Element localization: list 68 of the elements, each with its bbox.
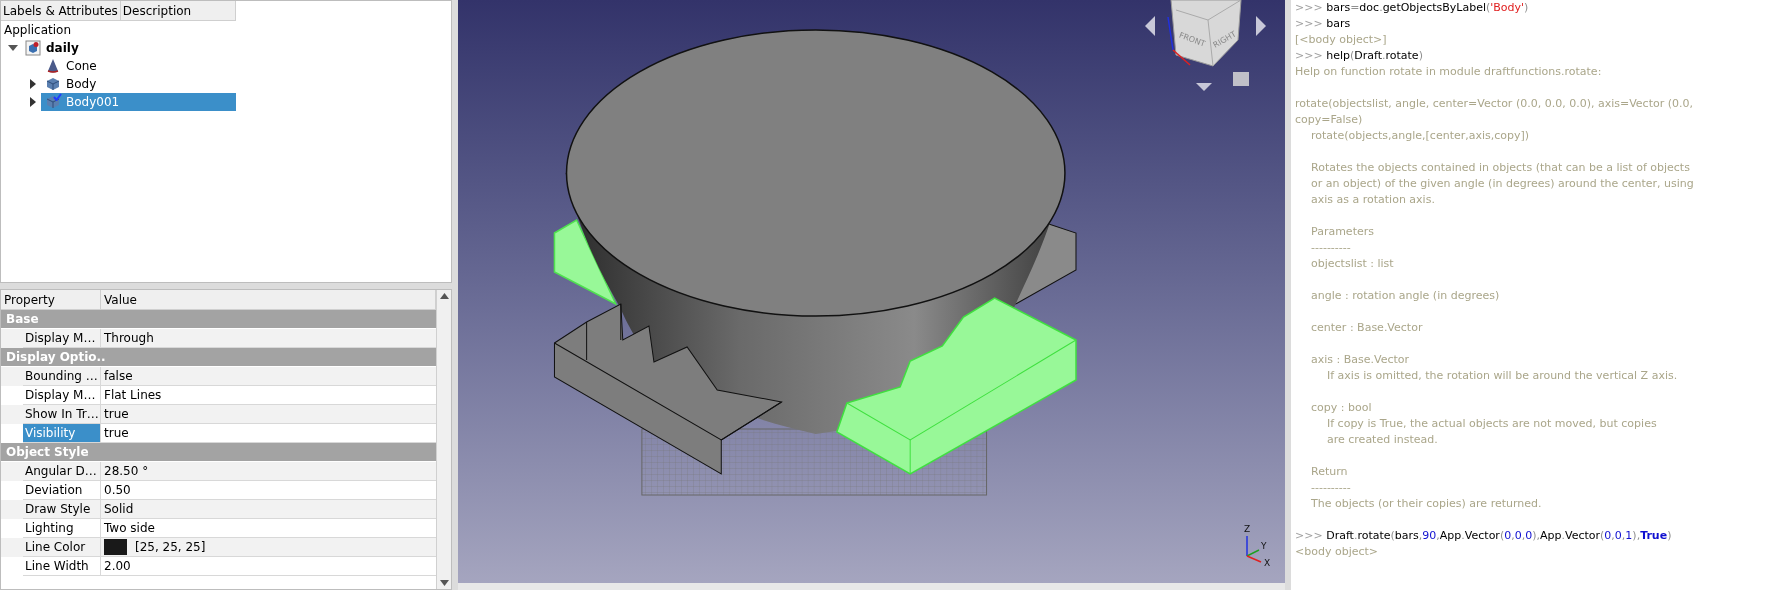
tree-item[interactable]: Body001: [41, 93, 236, 111]
console-input-line: >>> bars: [1295, 16, 1352, 32]
console-input-line: >>> Draft.rotate(bars,90,App.Vector(0,0,0),App.Vector(0,0,1),True): [1295, 528, 1673, 544]
property-value[interactable]: true: [104, 424, 129, 442]
console-input-line: >>> bars=doc.getObjectsByLabel('Body'): [1295, 0, 1530, 16]
rotate-left-arrow-icon[interactable]: [1145, 16, 1155, 36]
checkmark-icon: [53, 93, 62, 101]
property-value[interactable]: Solid: [104, 500, 134, 518]
down-arrow-icon[interactable]: [1196, 83, 1212, 91]
console-output-line: If axis is omitted, the rotation will be around the vertical Z axis.: [1326, 368, 1678, 384]
expand-arrow-icon[interactable]: [28, 79, 38, 89]
body-icon: [45, 76, 61, 92]
tree-item[interactable]: daily: [21, 39, 236, 57]
console-output-line: Parameters: [1310, 224, 1374, 240]
cone-icon: [45, 58, 61, 74]
console-output-line: Rotates the objects contained in objects (that can be a list of objects: [1310, 160, 1690, 176]
color-swatch[interactable]: [104, 539, 127, 555]
property-value[interactable]: Flat Lines: [104, 386, 162, 404]
console-output-line: copy : bool: [1310, 400, 1372, 416]
console-output-line: <body object>: [1295, 544, 1379, 560]
axis-label: X: [1264, 558, 1271, 566]
property-name[interactable]: Line Width: [23, 557, 101, 576]
axis-label: Y: [1261, 541, 1267, 551]
column-header[interactable]: Labels & Attributes: [1, 1, 121, 20]
property-value[interactable]: false: [104, 367, 133, 385]
column-header[interactable]: Description: [120, 1, 236, 20]
console-output-line: objectslist : list: [1310, 256, 1394, 272]
property-name[interactable]: Visibility: [23, 424, 101, 443]
console-output-line: are created instead.: [1326, 432, 1438, 448]
axis-triad-drawing: [1246, 535, 1262, 563]
column-header[interactable]: Property: [1, 290, 101, 309]
console-output-line: [<body object>]: [1295, 32, 1387, 48]
property-value[interactable]: Through: [104, 329, 154, 347]
scrollbar[interactable]: [436, 290, 451, 589]
property-value[interactable]: true: [104, 405, 129, 423]
console-output-line: axis as a rotation axis.: [1310, 192, 1435, 208]
property-value[interactable]: Two side: [104, 519, 155, 537]
tree-item[interactable]: Body: [41, 75, 236, 93]
collapse-arrow-icon[interactable]: [8, 43, 18, 53]
property-value[interactable]: 0.50: [104, 481, 131, 499]
console-output-line: rotate(objects,angle,[center,axis,copy]): [1310, 128, 1530, 144]
property-value[interactable]: 2.00: [104, 557, 131, 575]
axis-label: Z: [1244, 524, 1251, 534]
property-value[interactable]: [25, 25, 25]: [135, 538, 206, 556]
expand-arrow-icon[interactable]: [28, 97, 38, 107]
model-drawing[interactable]: [553, 29, 1077, 496]
console-output-line: axis : Base.Vector: [1310, 352, 1410, 368]
rotate-right-arrow-icon[interactable]: [1256, 16, 1266, 36]
console-output-line: center : Base.Vector: [1310, 320, 1423, 336]
console-output-line: The objects (or their copies) are returned.: [1310, 496, 1542, 512]
tree-item[interactable]: Cone: [41, 57, 236, 75]
console-output-line: Help on function rotate in module draftfunctions.rotate:: [1295, 64, 1602, 80]
console-output-line: copy=False): [1295, 112, 1363, 128]
navigation-cube[interactable]: [1167, 0, 1242, 67]
console-output-line: rotate(objectslist, angle, center=Vector (0.0, 0.0, 0.0), axis=Vector (0.0,: [1295, 96, 1693, 112]
body-icon: [45, 94, 61, 110]
scroll-down-icon[interactable]: [439, 580, 449, 586]
document-icon: [25, 40, 41, 56]
console-input-line: >>> help(Draft.rotate): [1295, 48, 1424, 64]
console-output-line: If copy is True, the actual objects are not moved, but copies: [1326, 416, 1657, 432]
console-output-line: Return: [1310, 464, 1348, 480]
console-output-line: angle : rotation angle (in degrees): [1310, 288, 1500, 304]
tree-root-label: Application: [3, 22, 73, 39]
console-output-line: or an object) of the given angle (in degrees) around the center, using: [1310, 176, 1694, 192]
scroll-up-icon[interactable]: [439, 293, 449, 299]
console-output-line: ----------: [1310, 240, 1351, 256]
console-output-line: ----------: [1310, 480, 1351, 496]
property-value[interactable]: 28.50 °: [104, 462, 149, 480]
